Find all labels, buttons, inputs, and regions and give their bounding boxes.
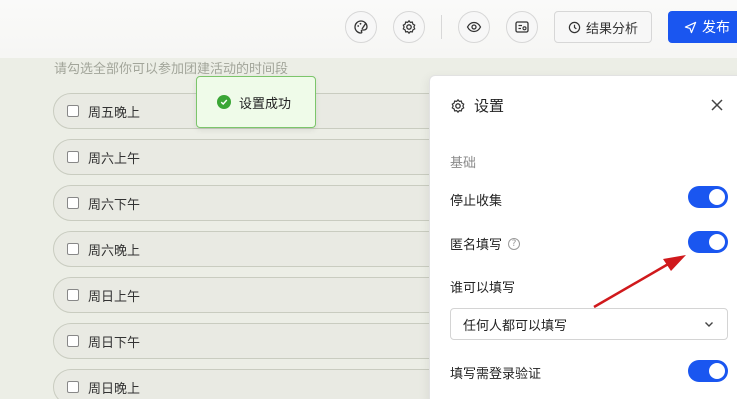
toolbar-divider (441, 15, 442, 39)
option-item[interactable]: 周日上午 (53, 277, 453, 313)
option-checkbox[interactable] (67, 289, 79, 301)
clock-icon (568, 21, 581, 33)
gear-icon (402, 19, 416, 35)
option-item[interactable]: 周日晚上 (53, 369, 453, 399)
option-checkbox[interactable] (67, 105, 79, 117)
settings-panel: 设置 基础 停止收集 匿名填写 ? 谁可以填写 任何人都可以填写 填写需登录验证 (429, 75, 737, 399)
who-can-fill-select[interactable]: 任何人都可以填写 (450, 308, 728, 340)
option-checkbox[interactable] (67, 243, 79, 255)
check-circle-icon (217, 95, 231, 109)
publish-button[interactable]: 发布 (668, 11, 737, 43)
anonymous-row-label: 匿名填写 ? (450, 234, 521, 253)
settings-button[interactable] (393, 11, 425, 43)
publish-label: 发布 (702, 20, 730, 36)
section-basic-label: 基础 (450, 156, 477, 171)
help-icon[interactable]: ? (508, 237, 521, 250)
settings-panel-title: 设置 (450, 95, 504, 116)
toast-message: 设置成功 (239, 96, 292, 112)
option-item[interactable]: 周六上午 (53, 139, 453, 175)
option-checkbox[interactable] (67, 197, 79, 209)
anonymous-toggle[interactable] (688, 231, 728, 253)
top-toolbar: 结果分析 发布 (0, 0, 737, 58)
result-analysis-label: 结果分析 (585, 21, 638, 37)
login-verify-toggle[interactable] (688, 360, 728, 382)
option-label: 周六晚上 (88, 243, 141, 259)
option-label: 周六下午 (88, 197, 141, 213)
stop-collect-label: 停止收集 (450, 194, 503, 209)
question-hint: 请勾选全部你可以参加团建活动的时间段 (54, 62, 289, 77)
option-label: 周日下午 (88, 335, 141, 351)
option-checkbox[interactable] (67, 335, 79, 347)
palette-button[interactable] (345, 11, 377, 43)
result-analysis-button[interactable]: 结果分析 (554, 11, 652, 43)
option-label: 周日上午 (88, 289, 141, 305)
who-can-fill-value: 任何人都可以填写 (463, 318, 568, 334)
option-label: 周日晚上 (88, 381, 141, 397)
stop-collect-toggle[interactable] (688, 186, 728, 208)
settings-title-label: 设置 (474, 97, 505, 115)
option-checkbox[interactable] (67, 151, 79, 163)
palette-icon (354, 20, 368, 34)
preview-eye-button[interactable] (458, 11, 490, 43)
anonymous-label: 匿名填写 (450, 238, 503, 253)
send-icon (684, 21, 697, 33)
option-item[interactable]: 周六晚上 (53, 231, 453, 267)
option-label: 周六上午 (88, 151, 141, 167)
success-toast: 设置成功 (196, 76, 316, 128)
option-item[interactable]: 周六下午 (53, 185, 453, 221)
option-item[interactable]: 周日下午 (53, 323, 453, 359)
preview-icon (515, 21, 529, 33)
preview-window-button[interactable] (506, 11, 538, 43)
option-label: 周五晚上 (88, 105, 141, 121)
who-can-fill-label: 谁可以填写 (450, 281, 516, 296)
eye-icon (466, 21, 482, 33)
gear-icon (451, 98, 465, 113)
login-verify-label: 填写需登录验证 (450, 367, 542, 382)
option-checkbox[interactable] (67, 381, 79, 393)
chevron-down-icon (705, 322, 713, 327)
close-icon[interactable] (709, 97, 725, 113)
